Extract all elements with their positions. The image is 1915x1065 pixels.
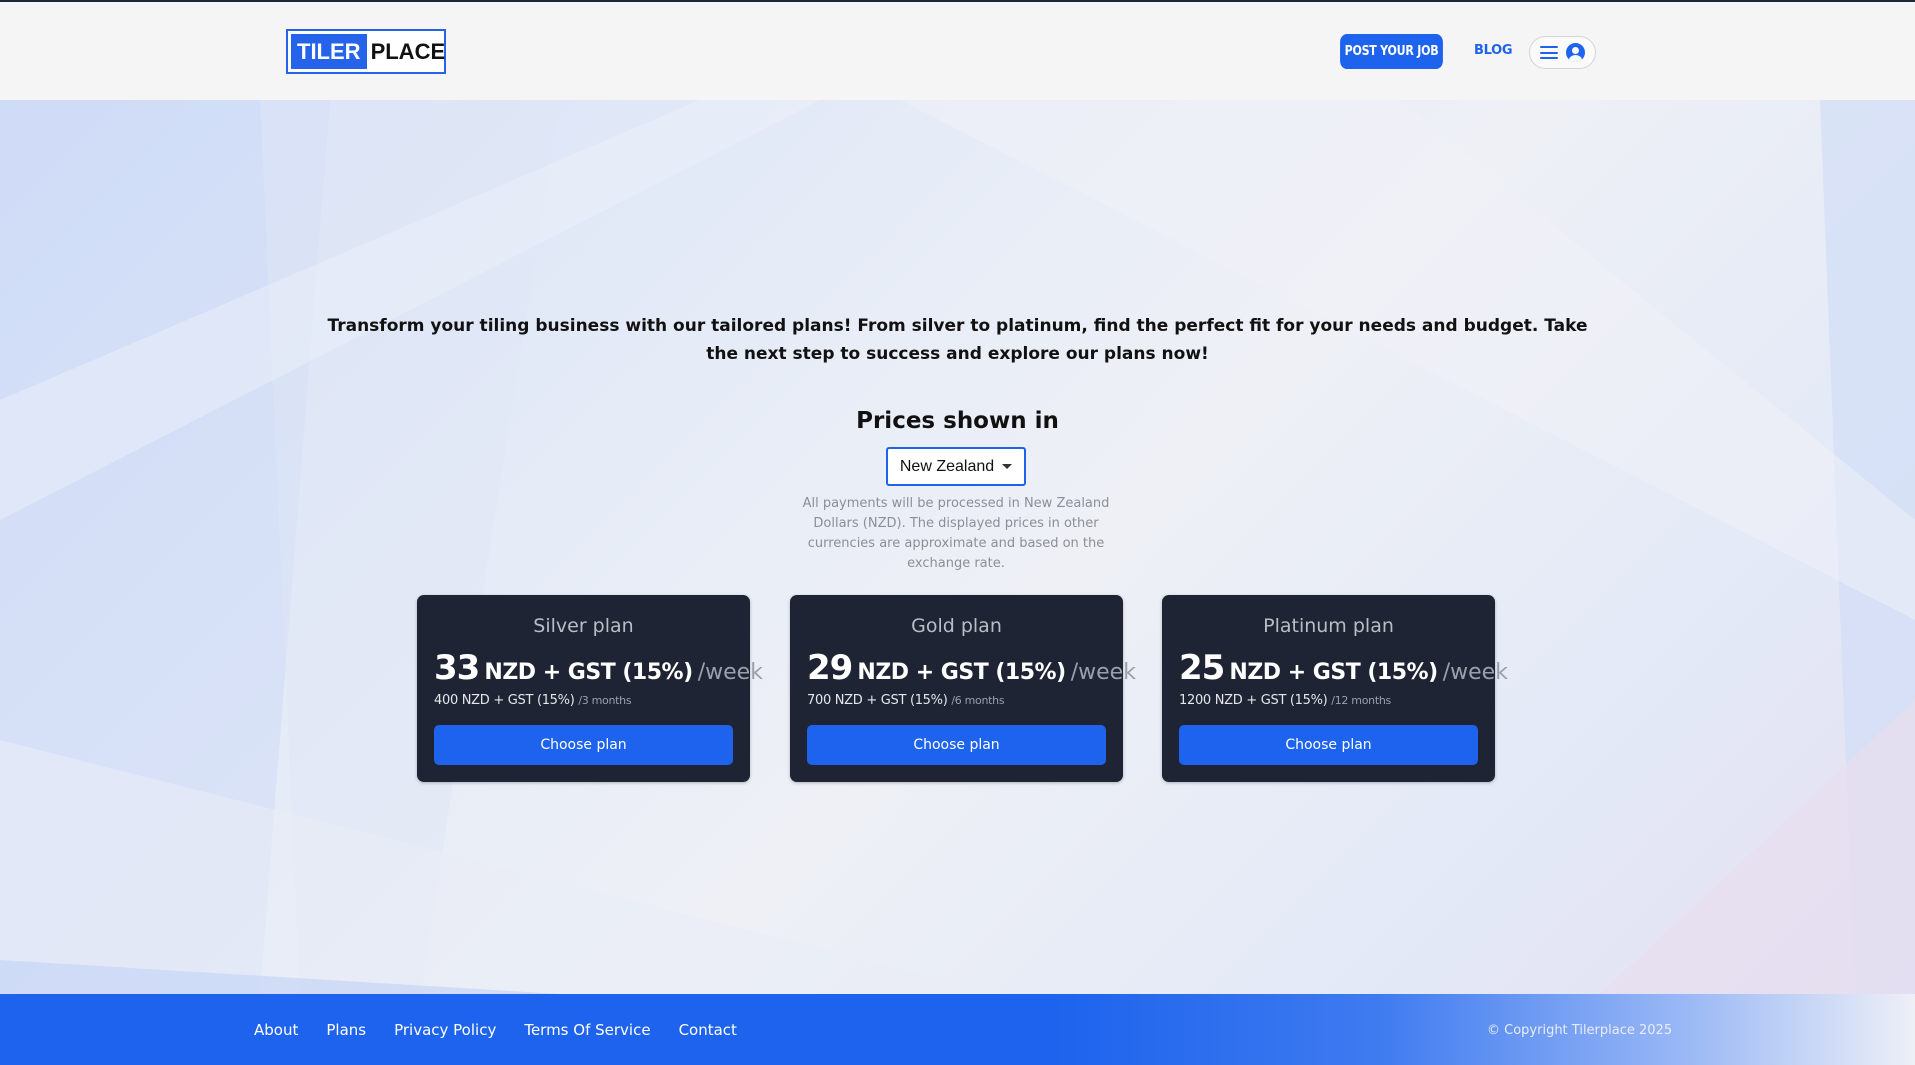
price-currency: NZD + GST (15%) (857, 660, 1066, 685)
plan-total: 400 NZD + GST (15%) /3 months (434, 693, 632, 708)
choose-plan-button[interactable]: Choose plan (434, 725, 733, 765)
logo-part-place: PLACE (370, 38, 446, 64)
plan-name: Platinum plan (1263, 615, 1394, 637)
price-amount: 25 (1179, 648, 1225, 688)
post-your-job-button[interactable]: POST YOUR JOB (1340, 34, 1443, 69)
user-icon (1566, 43, 1585, 62)
plan-total-amount: 1200 NZD + GST (15%) (1179, 693, 1328, 708)
user-menu-button[interactable] (1529, 36, 1596, 69)
plan-total: 1200 NZD + GST (15%) /12 months (1179, 693, 1391, 708)
footer-link-plans[interactable]: Plans (326, 1021, 366, 1039)
blog-link[interactable]: BLOG (1474, 43, 1513, 58)
plan-card-platinum: Platinum plan 25 NZD + GST (15%) /week 1… (1162, 595, 1508, 782)
price-currency: NZD + GST (15%) (484, 660, 693, 685)
footer-link-privacy-policy[interactable]: Privacy Policy (394, 1021, 496, 1039)
choose-plan-button[interactable]: Choose plan (807, 725, 1106, 765)
choose-plan-button[interactable]: Choose plan (1179, 725, 1478, 765)
plan-name: Silver plan (533, 615, 634, 637)
footer-link-contact[interactable]: Contact (679, 1021, 737, 1039)
footer-nav: About Plans Privacy Policy Terms Of Serv… (254, 1021, 737, 1039)
country-select-value: New Zealand (899, 457, 995, 475)
plan-total-amount: 700 NZD + GST (15%) (807, 693, 948, 708)
prices-shown-in-heading: Prices shown in (856, 408, 1059, 434)
plan-duration: /3 months (578, 694, 632, 707)
plan-total-amount: 400 NZD + GST (15%) (434, 693, 575, 708)
tilerplace-logo[interactable]: TILER PLACE (286, 29, 446, 74)
price-period: /week (1070, 660, 1136, 685)
footer-link-about[interactable]: About (254, 1021, 298, 1039)
logo-part-tiler: TILER (291, 34, 367, 69)
price-amount: 33 (434, 648, 480, 688)
price-period: /week (697, 660, 763, 685)
site-header: TILER PLACE POST YOUR JOB BLOG (0, 2, 1915, 100)
caret-down-icon (1002, 464, 1013, 469)
footer-link-terms-of-service[interactable]: Terms Of Service (524, 1021, 650, 1039)
plan-total: 700 NZD + GST (15%) /6 months (807, 693, 1005, 708)
plan-price: 33 NZD + GST (15%) /week (434, 648, 763, 688)
plan-name: Gold plan (911, 615, 1002, 637)
site-footer: About Plans Privacy Policy Terms Of Serv… (0, 994, 1915, 1065)
price-currency: NZD + GST (15%) (1229, 660, 1438, 685)
plan-card-gold: Gold plan 29 NZD + GST (15%) /week 700 N… (790, 595, 1136, 782)
price-period: /week (1442, 660, 1508, 685)
intro-text: Transform your tiling business with our … (327, 316, 1588, 364)
menu-icon (1540, 46, 1558, 59)
country-select[interactable]: New Zealand (886, 447, 1026, 486)
price-amount: 29 (807, 648, 853, 688)
plan-card-silver: Silver plan 33 NZD + GST (15%) /week 400… (417, 595, 763, 782)
plans-section: Transform your tiling business with our … (0, 100, 1915, 994)
copyright-text: © Copyright Tilerplace 2025 (1487, 1023, 1673, 1038)
plan-price: 29 NZD + GST (15%) /week (807, 648, 1136, 688)
plan-price: 25 NZD + GST (15%) /week (1179, 648, 1508, 688)
plan-duration: /6 months (951, 694, 1005, 707)
plan-duration: /12 months (1331, 694, 1391, 707)
payment-note: All payments will be processed in New Ze… (802, 496, 1110, 571)
